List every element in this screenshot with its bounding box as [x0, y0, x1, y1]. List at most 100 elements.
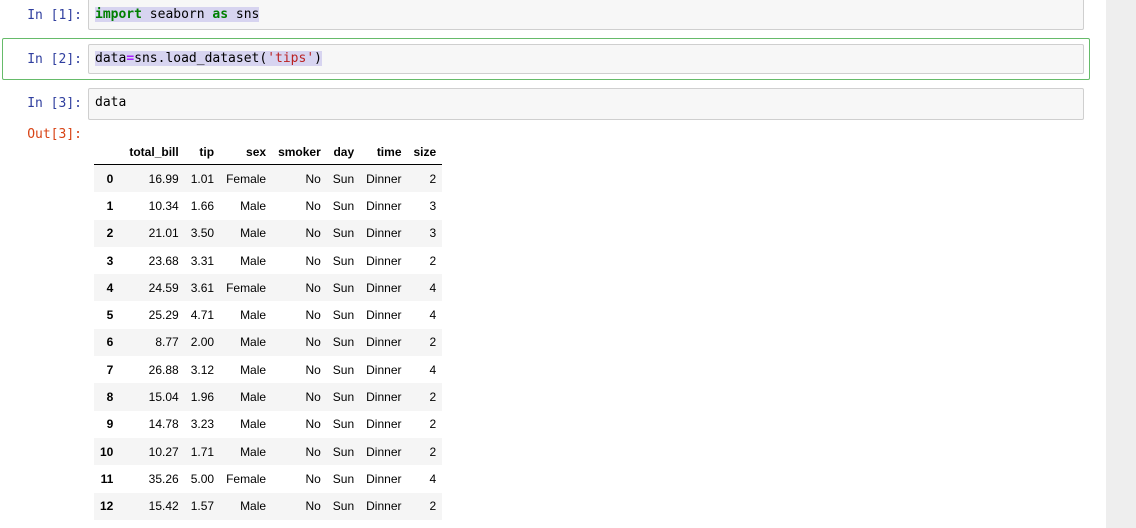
row-index: 1 [106, 198, 114, 213]
table-cell: 21.01 [148, 226, 179, 241]
table-cell: Dinner [366, 308, 402, 323]
column-header: sex [220, 140, 273, 165]
table-cell: 3.31 [190, 253, 215, 268]
table-cell: 4 [429, 308, 437, 323]
column-header: smoker [272, 140, 327, 165]
table-cell: 15.42 [148, 499, 179, 514]
table-cell: Sun [332, 335, 355, 350]
table-cell: Male [240, 362, 267, 377]
table-cell: Dinner [366, 499, 402, 514]
table-cell: 3.50 [190, 226, 215, 241]
row-index: 5 [106, 308, 114, 323]
code-text: sns [228, 7, 260, 22]
row-index: 11 [100, 471, 114, 486]
row-index: 10 [100, 444, 114, 459]
input-prompt: In [3]: [27, 96, 82, 111]
table-cell: No [305, 198, 321, 213]
table-row: 1 10.34 1.66 Male No Sun Dinner 3 [94, 192, 443, 220]
table-cell: 8.77 [155, 335, 179, 350]
table-cell: No [305, 335, 321, 350]
table-cell: Male [240, 417, 267, 432]
row-index: 4 [106, 280, 114, 295]
table-cell: 3.61 [190, 280, 215, 295]
table-cell: Dinner [366, 335, 402, 350]
row-index: 9 [106, 417, 114, 432]
table-cell: No [305, 362, 321, 377]
index-header [94, 140, 124, 165]
column-header: total_bill [123, 140, 185, 165]
table-cell: Male [240, 335, 267, 350]
table-cell: 1.71 [190, 444, 215, 459]
code-input[interactable]: data [88, 88, 1084, 120]
table-cell: 26.88 [148, 362, 179, 377]
code-text: data [95, 51, 127, 66]
table-cell: No [305, 444, 321, 459]
table-cell: Sun [332, 226, 355, 241]
table-cell: Sun [332, 390, 355, 405]
table-cell: Male [240, 390, 267, 405]
table-cell: 4.71 [190, 308, 215, 323]
table-row: 7 26.88 3.12 Male No Sun Dinner 4 [94, 356, 443, 384]
code-operator: = [126, 51, 135, 66]
output-prompt: Out[3]: [27, 127, 82, 142]
row-index: 6 [106, 335, 114, 350]
table-cell: Dinner [366, 362, 402, 377]
table-row: 11 35.26 5.00 Female No Sun Dinner 4 [94, 465, 443, 493]
table-cell: Dinner [366, 390, 402, 405]
table-cell: 2 [429, 171, 437, 186]
table-cell: No [305, 253, 321, 268]
table-cell: 3 [429, 198, 437, 213]
table-header-row: total_bill tip sex smoker day time size [94, 140, 443, 165]
table-cell: No [305, 417, 321, 432]
table-cell: 16.99 [148, 171, 179, 186]
table-row: 3 23.68 3.31 Male No Sun Dinner 2 [94, 246, 443, 275]
scrollbar-gutter[interactable] [1106, 0, 1136, 528]
table-row: 6 8.77 2.00 Male No Sun Dinner 2 [94, 328, 443, 357]
table-cell: Sun [332, 253, 355, 268]
table-cell: Dinner [366, 280, 402, 295]
table-cell: No [305, 390, 321, 405]
column-header: day [326, 140, 361, 165]
table-cell: No [305, 499, 321, 514]
table-cell: No [305, 226, 321, 241]
code-string: 'tips' [267, 51, 315, 66]
table-cell: No [305, 171, 321, 186]
code-input[interactable]: data=sns.load_dataset('tips') [88, 44, 1084, 74]
table-cell: Male [240, 253, 267, 268]
column-header: size [407, 140, 443, 165]
row-index: 12 [100, 499, 114, 514]
table-body: 0 16.99 1.01 Female No Sun Dinner 2 1 10.34 1.66 Ma… [94, 164, 443, 520]
column-header: tip [184, 140, 221, 165]
table-cell: No [305, 471, 321, 486]
table-row: 8 15.04 1.96 Male No Sun Dinner 2 [94, 383, 443, 411]
table-cell: 2 [429, 417, 437, 432]
table-cell: 15.04 [148, 390, 179, 405]
table-cell: Male [240, 226, 267, 241]
table-cell: Dinner [366, 471, 402, 486]
table-row: 4 24.59 3.61 Female No Sun Dinner 4 [94, 274, 443, 302]
row-index: 2 [106, 226, 114, 241]
table-cell: 2 [429, 499, 437, 514]
table-cell: Dinner [366, 444, 402, 459]
row-index: 3 [106, 253, 114, 268]
table-cell: Dinner [366, 226, 402, 241]
code-input[interactable]: import seaborn as sns [88, 0, 1084, 30]
table-cell: 3.12 [190, 362, 215, 377]
table-cell: Male [240, 444, 267, 459]
table-cell: Male [240, 499, 267, 514]
table-cell: 2 [429, 335, 437, 350]
column-header: time [360, 140, 408, 165]
table-cell: 2.00 [190, 335, 215, 350]
table-cell: 2 [429, 253, 437, 268]
code-keyword: import [95, 7, 142, 22]
table-row: 0 16.99 1.01 Female No Sun Dinner 2 [94, 164, 443, 193]
code-text: ) [314, 51, 322, 66]
table-cell: No [305, 280, 321, 295]
row-index: 8 [106, 390, 114, 405]
table-cell: 2 [429, 444, 437, 459]
table-row: 12 15.42 1.57 Male No Sun Dinner 2 [94, 492, 443, 520]
table-cell: 35.26 [148, 471, 179, 486]
code-text: sns.load_dataset( [134, 51, 268, 66]
code-text: seaborn [141, 7, 213, 22]
table-cell: Sun [332, 471, 355, 486]
